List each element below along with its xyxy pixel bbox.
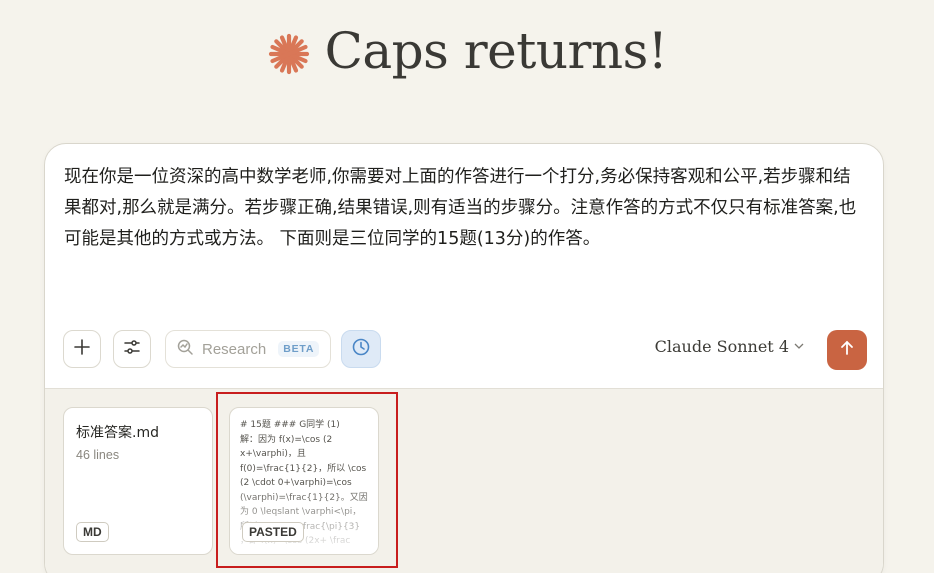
attachment-line-count: 46 lines [76, 448, 120, 462]
claude-new-chat-page: Caps returns! 现在你是一位资深的高中数学老师,你需要对上面的作答进… [0, 0, 934, 573]
tools-settings-button[interactable] [113, 330, 151, 368]
composer-toolbar: Research BETA Claude Sonnet 4 [63, 329, 867, 371]
attachment-file-name: 标准答案.md [76, 425, 159, 441]
claude-spark-icon [267, 32, 311, 76]
model-selector[interactable]: Claude Sonnet 4 [655, 337, 805, 356]
greeting-header: Caps returns! [0, 22, 934, 80]
clock-icon [351, 337, 371, 362]
prompt-input[interactable]: 现在你是一位资深的高中数学老师,你需要对上面的作答进行一个打分,务必保持客观和公… [64, 162, 864, 255]
beta-badge: BETA [278, 341, 320, 357]
chevron-down-icon [793, 337, 805, 356]
attachments-tray: 标准答案.md 46 lines MD # 15题 ### G同学 (1) 解：… [45, 388, 883, 573]
research-toggle-button[interactable]: Research BETA [165, 330, 331, 368]
pasted-content-card[interactable]: # 15题 ### G同学 (1) 解：因为 f(x)=\cos (2 x+\v… [229, 407, 379, 555]
file-type-badge: MD [76, 522, 109, 542]
research-search-icon [176, 338, 194, 361]
attachment-file-card[interactable]: 标准答案.md 46 lines MD [63, 407, 213, 555]
pasted-badge: PASTED [242, 522, 304, 542]
add-attachment-button[interactable] [63, 330, 101, 368]
arrow-up-icon [838, 339, 856, 362]
preview-fade-overlay [230, 484, 378, 554]
send-button[interactable] [827, 330, 867, 370]
sliders-icon [123, 338, 141, 361]
model-name: Claude Sonnet 4 [654, 337, 789, 356]
message-composer: 现在你是一位资深的高中数学老师,你需要对上面的作答进行一个打分,务必保持客观和公… [44, 143, 884, 573]
greeting-title: Caps returns! [324, 22, 668, 80]
plus-icon [73, 338, 91, 361]
extended-thinking-button[interactable] [341, 330, 381, 368]
research-label: Research [202, 340, 267, 358]
